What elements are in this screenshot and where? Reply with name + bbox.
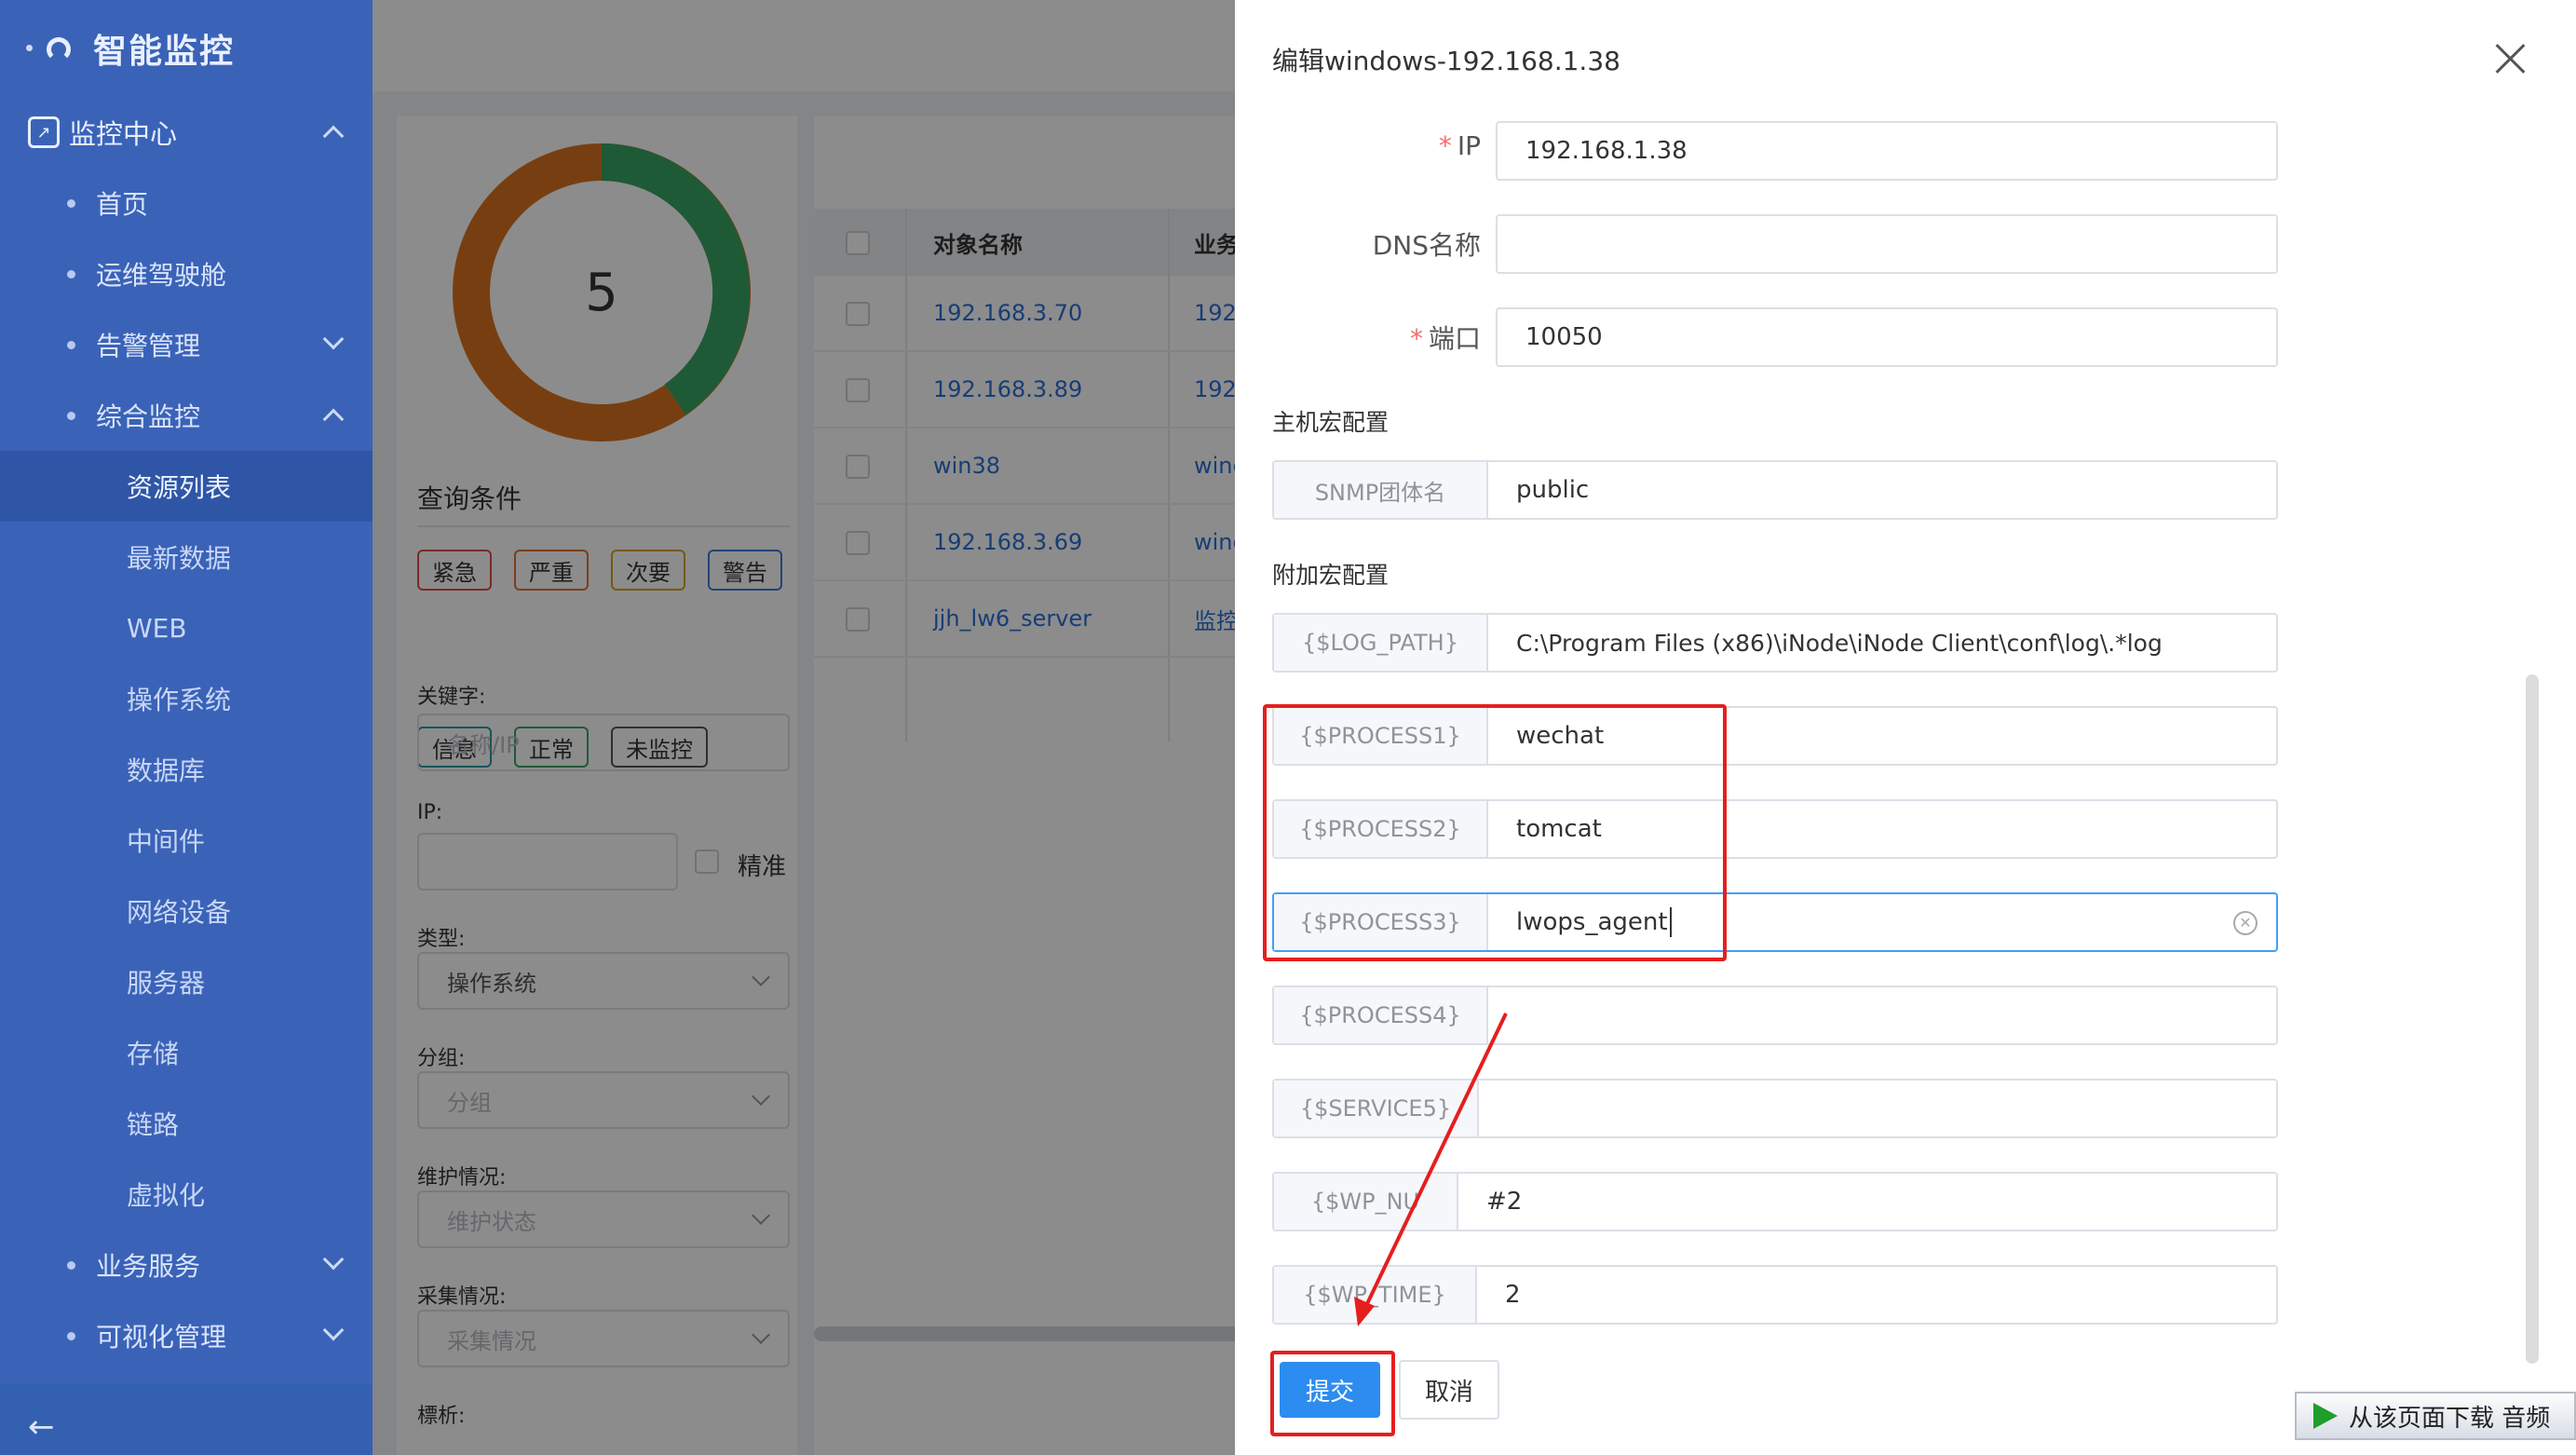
host-macro-row[interactable]: SNMP团体名 public	[1272, 460, 2278, 520]
extra-macro-row[interactable]: {$LOG_PATH} C:\Program Files (x86)\iNode…	[1272, 613, 2278, 673]
sidebar-item-label: 告警管理	[96, 331, 201, 361]
sidebar-sub-virtualization[interactable]: 虚拟化	[0, 1159, 373, 1230]
dns-field[interactable]	[1496, 214, 2278, 274]
app-name: 智能监控	[93, 33, 236, 71]
dns-field-label-box: DNS名称	[1272, 224, 1481, 270]
macro-value-input[interactable]: public	[1488, 462, 2276, 518]
chart-icon: ↗	[28, 116, 60, 148]
port-field-label: * 端口	[1410, 319, 1481, 356]
sidebar-item-business[interactable]: 业务服务	[0, 1230, 373, 1300]
sidebar-item-label: 首页	[96, 189, 149, 220]
sidebar-sub-os[interactable]: 操作系统	[0, 663, 373, 734]
sidebar-item-alarm-mgmt[interactable]: 告警管理	[0, 309, 373, 380]
bullet-icon	[67, 1331, 75, 1340]
drawer-title: 编辑windows-192.168.1.38	[1272, 46, 1620, 76]
ip-field-label: * IP	[1439, 130, 1481, 161]
ip-label-text: IP	[1457, 130, 1481, 161]
macro-key: {$PROCESS4}	[1274, 987, 1488, 1043]
chevron-down-icon	[322, 1319, 345, 1341]
sidebar-item-label: 运维驾驶舱	[96, 260, 227, 291]
edit-drawer: 编辑windows-192.168.1.38 * IP 192.168.1.38 …	[1235, 0, 2576, 1455]
bullet-icon	[67, 198, 75, 208]
sidebar-item-label: 可视化管理	[96, 1322, 227, 1353]
vertical-scrollbar[interactable]	[2526, 674, 2539, 1364]
app-logo: 智能监控	[26, 20, 235, 76]
cancel-button[interactable]: 取消	[1399, 1360, 1499, 1420]
ip-field[interactable]: 192.168.1.38	[1496, 121, 2278, 181]
sidebar-item-visual[interactable]: 可视化管理	[0, 1300, 373, 1371]
sidebar-sub-web[interactable]: WEB	[0, 592, 373, 663]
sidebar-sub-database[interactable]: 数据库	[0, 734, 373, 805]
macro-value-input[interactable]	[1479, 1081, 2276, 1136]
play-icon	[2313, 1403, 2338, 1429]
sidebar-sub-middleware[interactable]: 中间件	[0, 805, 373, 876]
download-banner-text: 从该页面下载 音频	[2349, 1404, 2551, 1433]
sidebar-item-home[interactable]: 首页	[0, 168, 373, 238]
chevron-down-icon	[322, 328, 345, 350]
sidebar-item-ops-cockpit[interactable]: 运维驾驶舱	[0, 238, 373, 309]
bullet-icon	[67, 1260, 75, 1270]
macro-key: {$LOG_PATH}	[1274, 615, 1488, 671]
macro-key: {$WP_TIME}	[1274, 1267, 1477, 1323]
annotation-highlight-submit	[1270, 1351, 1395, 1436]
sidebar-collapse-button[interactable]: ←	[0, 1384, 373, 1455]
sidebar: 智能监控 ↗ 监控中心 首页 运维驾驶舱 告警管理 综合监控 资源列表 最新数据…	[0, 0, 373, 1455]
bullet-icon	[67, 269, 75, 279]
sidebar-item-integrated[interactable]: 综合监控	[0, 380, 373, 451]
bullet-icon	[67, 411, 75, 420]
bullet-icon	[67, 340, 75, 349]
port-field-label-box: * 端口	[1272, 317, 1481, 363]
sidebar-sub-resource-list[interactable]: 资源列表	[0, 451, 373, 522]
sidebar-item-label: 综合监控	[96, 401, 201, 432]
macro-key: {$WP_NU	[1274, 1174, 1458, 1230]
ip-field-label-box: * IP	[1272, 129, 1481, 175]
macro-value-input[interactable]: 2	[1477, 1267, 2276, 1323]
macro-value-input[interactable]: C:\Program Files (x86)\iNode\iNode Clien…	[1488, 615, 2276, 671]
close-icon[interactable]	[2494, 43, 2526, 75]
arrow-left-icon: ←	[28, 1408, 55, 1446]
logo-icon	[26, 32, 73, 65]
annotation-highlight-processes	[1263, 704, 1727, 961]
macro-key: {$SERVICE5}	[1274, 1081, 1479, 1136]
sidebar-sub-server[interactable]: 服务器	[0, 946, 373, 1017]
required-mark: *	[1409, 323, 1423, 354]
download-banner[interactable]: 从该页面下载 音频	[2295, 1392, 2576, 1440]
extra-macro-title: 附加宏配置	[1272, 562, 1390, 589]
sidebar-sub-latest-data[interactable]: 最新数据	[0, 522, 373, 592]
extra-macro-row[interactable]: {$SERVICE5}	[1272, 1079, 2278, 1138]
extra-macro-row[interactable]: {$WP_NU #2	[1272, 1172, 2278, 1231]
sidebar-group-monitor[interactable]: ↗ 监控中心	[0, 97, 373, 168]
extra-macro-row[interactable]: {$PROCESS4}	[1272, 986, 2278, 1045]
chevron-up-icon	[322, 125, 345, 147]
macro-key: SNMP团体名	[1274, 462, 1488, 518]
dns-field-label: DNS名称	[1372, 230, 1481, 261]
chevron-down-icon	[322, 1248, 345, 1271]
sidebar-item-label: 业务服务	[96, 1251, 201, 1282]
sidebar-sub-network[interactable]: 网络设备	[0, 876, 373, 946]
port-field[interactable]: 10050	[1496, 307, 2278, 367]
macro-value-input[interactable]	[1488, 987, 2276, 1043]
port-label-text: 端口	[1428, 323, 1481, 354]
host-macro-title: 主机宏配置	[1272, 409, 1390, 436]
macro-value-input[interactable]: #2	[1458, 1174, 2276, 1230]
sidebar-sub-link[interactable]: 链路	[0, 1088, 373, 1159]
clear-icon[interactable]: ✕	[2233, 911, 2257, 935]
sidebar-sub-storage[interactable]: 存储	[0, 1017, 373, 1088]
sidebar-group-label: 监控中心	[69, 118, 178, 150]
chevron-up-icon	[322, 408, 345, 430]
required-mark: *	[1438, 130, 1452, 161]
extra-macro-row[interactable]: {$WP_TIME} 2	[1272, 1265, 2278, 1325]
